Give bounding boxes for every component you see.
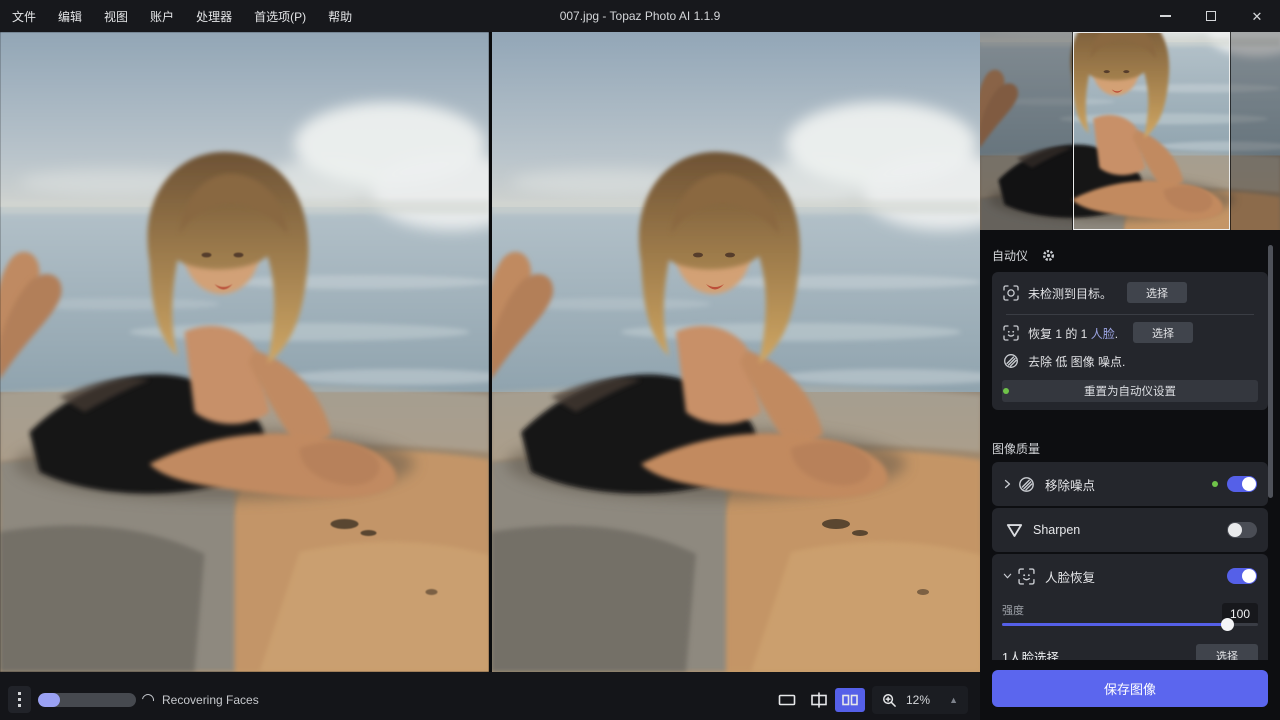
noise-level-text: 去除 低 图像 噪点. (1028, 353, 1125, 370)
sharpen-toggle[interactable] (1227, 522, 1257, 538)
close-icon: ✕ (1252, 10, 1263, 23)
after-image (492, 32, 980, 672)
navigator-thumbnail[interactable] (980, 32, 1280, 230)
face-recovery-toggle[interactable] (1227, 568, 1257, 584)
menu-help[interactable]: 帮助 (328, 8, 352, 25)
faces-count-text: 恢复 1 的 1 人脸. (1028, 325, 1118, 342)
zoom-dropdown-caret-icon[interactable]: ▲ (949, 695, 958, 705)
autopilot-status-dot (1003, 388, 1009, 394)
bottom-toolbar: Recovering Faces 12% ▲ (0, 672, 980, 720)
zoom-level: 12% (906, 693, 930, 707)
noise-removal-row: 去除 低 图像 噪点. (1003, 348, 1260, 374)
menu-processor[interactable]: 处理器 (196, 8, 232, 25)
strength-label: 强度 (1002, 602, 1024, 618)
chevron-right-icon[interactable] (1003, 479, 1012, 489)
spinner-icon (140, 692, 157, 709)
autopilot-title: 自动仪 (992, 247, 1028, 264)
preview-area (0, 32, 980, 672)
after-image-panel[interactable] (492, 32, 980, 672)
progress-bar (38, 693, 136, 707)
save-area: 保存图像 (980, 660, 1280, 720)
face-recovery-row: 恢复 1 的 1 人脸. 选择 (1003, 320, 1260, 346)
save-image-button[interactable]: 保存图像 (992, 670, 1268, 707)
menu-file[interactable]: 文件 (12, 8, 36, 25)
thumbnail-dim-right (1230, 32, 1280, 230)
title-bar: 文件 编辑 视图 账户 处理器 首选项(P) 帮助 007.jpg - Topa… (0, 0, 1280, 32)
before-image (0, 32, 489, 672)
select-faces-button[interactable]: 选择 (1133, 322, 1193, 343)
view-single-button[interactable] (772, 688, 802, 712)
minimize-button[interactable] (1142, 0, 1188, 32)
subject-detection-row: 未检测到目标。 选择 (1003, 280, 1260, 306)
maximize-button[interactable] (1188, 0, 1234, 32)
sharpen-icon (1006, 522, 1023, 539)
sidebar-scrollbar[interactable] (1268, 245, 1273, 498)
face-recovery-label: 人脸恢复 (1045, 567, 1095, 586)
zoom-control[interactable]: 12% ▲ (872, 686, 968, 714)
window-controls: ✕ (1142, 0, 1280, 32)
strength-slider-handle[interactable] (1221, 618, 1234, 631)
kebab-icon (18, 692, 21, 695)
zoom-in-icon (882, 693, 897, 708)
remove-noise-label: 移除噪点 (1045, 475, 1095, 494)
split-view-icon (809, 692, 829, 708)
select-subject-button[interactable]: 选择 (1127, 282, 1187, 303)
strength-slider-fill (1002, 623, 1227, 626)
menu-preferences[interactable]: 首选项(P) (254, 8, 306, 25)
more-options-button[interactable] (8, 686, 31, 713)
menu-bar: 文件 编辑 视图 账户 处理器 首选项(P) 帮助 (0, 8, 352, 25)
menu-edit[interactable]: 编辑 (58, 8, 82, 25)
autopilot-card: 未检测到目标。 选择 恢复 1 的 1 人脸. 选择 去除 低 图像 噪点. 重… (992, 272, 1268, 410)
autopilot-header: 自动仪 (992, 247, 1056, 264)
no-target-text: 未检测到目标。 (1028, 285, 1112, 302)
divider (1006, 314, 1254, 315)
sharpen-card[interactable]: Sharpen (992, 508, 1268, 552)
face-detect-icon (1003, 325, 1019, 341)
face-detect-icon (1018, 568, 1035, 585)
remove-noise-toggle[interactable] (1227, 476, 1257, 492)
enabled-status-dot (1212, 481, 1218, 487)
gear-icon[interactable] (1041, 248, 1056, 263)
before-image-panel[interactable] (0, 32, 489, 672)
subject-detect-icon (1003, 285, 1019, 301)
noise-icon (1018, 476, 1035, 493)
thumbnail-dim-left (980, 32, 1073, 230)
minimize-icon (1160, 15, 1171, 17)
menu-account[interactable]: 账户 (150, 8, 174, 25)
thumbnail-viewport-box[interactable] (1073, 32, 1230, 230)
menu-view[interactable]: 视图 (104, 8, 128, 25)
chevron-down-icon[interactable] (1003, 571, 1012, 581)
view-split-button[interactable] (804, 688, 834, 712)
maximize-icon (1206, 11, 1216, 21)
status-text: Recovering Faces (162, 693, 259, 707)
remove-noise-card[interactable]: 移除噪点 (992, 462, 1268, 506)
right-sidebar: 自动仪 未检测到目标。 选择 恢复 1 的 1 人脸. 选择 (980, 32, 1280, 720)
progress-fill (38, 693, 60, 707)
single-view-icon (777, 692, 797, 708)
image-quality-title: 图像质量 (992, 440, 1040, 457)
side-by-side-view-icon (840, 692, 860, 708)
sharpen-label: Sharpen (1033, 523, 1080, 537)
faces-link[interactable]: 人脸 (1091, 327, 1115, 341)
noise-icon (1003, 353, 1019, 369)
view-side-by-side-button[interactable] (835, 688, 865, 712)
strength-slider[interactable] (1002, 623, 1258, 626)
reset-to-autopilot-button[interactable]: 重置为自动仪设置 (1002, 380, 1258, 402)
close-button[interactable]: ✕ (1234, 0, 1280, 32)
